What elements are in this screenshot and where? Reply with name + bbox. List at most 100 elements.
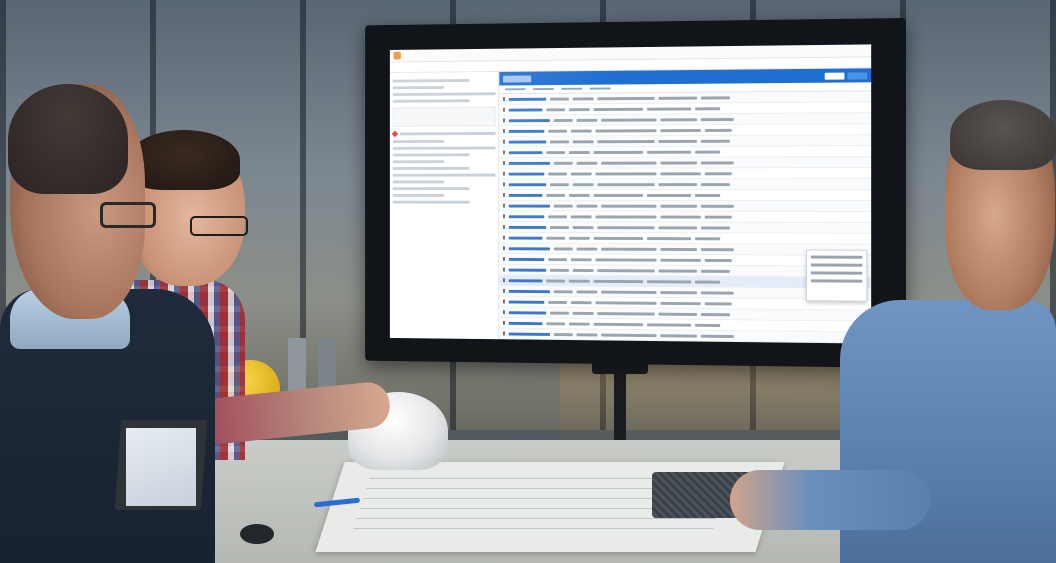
record-cell — [568, 236, 590, 240]
expand-chevron-icon — [503, 182, 505, 187]
record-cell — [508, 150, 543, 154]
record-cell — [572, 96, 594, 100]
computer-mouse — [240, 524, 274, 544]
record-cell — [553, 246, 573, 250]
alert-row — [391, 130, 496, 138]
record-cell — [508, 118, 551, 122]
detail-line — [392, 79, 470, 83]
expand-chevron-icon — [503, 342, 505, 344]
alert-line — [399, 132, 496, 136]
record-cell — [593, 150, 644, 154]
record-cell — [660, 171, 701, 175]
record-cell — [550, 139, 569, 143]
record-cell — [508, 97, 547, 101]
list-header-left — [503, 75, 532, 83]
record-cell — [508, 310, 547, 315]
record-cell — [508, 225, 547, 229]
record-cell — [595, 300, 657, 305]
record-cell — [601, 117, 657, 122]
record-cell — [550, 182, 569, 186]
record-cell — [508, 321, 543, 325]
detail-line — [392, 193, 444, 197]
record-cell — [568, 322, 590, 326]
record-cell — [576, 332, 598, 336]
record-cell — [572, 225, 594, 229]
record-cell — [548, 172, 568, 176]
record-cell — [658, 96, 697, 100]
record-cell — [576, 204, 598, 208]
record-cell — [595, 128, 657, 133]
glasses — [100, 202, 156, 228]
record-cell — [601, 247, 657, 251]
record-cell — [570, 300, 592, 304]
record-cell — [553, 332, 573, 336]
expand-chevron-icon — [503, 320, 505, 325]
record-cell — [570, 172, 592, 175]
record-cell — [546, 321, 566, 325]
record-cell — [597, 182, 655, 186]
list-tab — [561, 87, 583, 90]
record-cell — [595, 214, 657, 219]
expand-chevron-icon — [503, 203, 505, 208]
header-button — [847, 71, 868, 80]
record-cell — [553, 204, 573, 208]
detail-line — [392, 180, 444, 184]
record-cell — [570, 257, 592, 261]
expand-chevron-icon — [503, 161, 505, 165]
record-cell — [568, 107, 590, 111]
expand-chevron-icon — [503, 129, 505, 133]
expand-chevron-icon — [503, 288, 505, 293]
record-cell — [658, 312, 697, 316]
record-cell — [660, 247, 697, 251]
record-cell — [660, 117, 697, 121]
detail-line — [392, 139, 444, 144]
record-cell — [508, 236, 543, 240]
expand-chevron-icon — [503, 331, 505, 336]
record-cell — [570, 129, 592, 133]
record-cell — [646, 106, 692, 111]
record-cell — [658, 225, 697, 229]
expand-chevron-icon — [503, 256, 505, 261]
laptop-screen — [126, 428, 196, 506]
record-cell — [660, 204, 697, 208]
detail-line — [392, 166, 470, 170]
record-cell — [646, 236, 692, 240]
expand-chevron-icon — [503, 139, 505, 144]
app-logo-icon — [393, 51, 401, 60]
record-cell — [550, 97, 569, 101]
detail-line — [392, 92, 496, 97]
record-cell — [570, 214, 592, 218]
expand-chevron-icon — [503, 224, 505, 229]
record-cell — [593, 322, 644, 326]
record-cell — [646, 193, 692, 197]
record-cell — [572, 182, 594, 186]
record-cell — [508, 300, 545, 304]
record-cell — [593, 279, 644, 283]
record-cell — [601, 161, 657, 165]
record-cell — [597, 96, 655, 100]
record-cell — [576, 161, 598, 165]
expand-chevron-icon — [503, 193, 505, 197]
record-cell — [646, 322, 692, 327]
detail-line — [392, 187, 470, 191]
detail-line — [392, 200, 470, 204]
record-cell — [700, 95, 730, 100]
record-cell — [660, 301, 701, 305]
detail-line — [392, 160, 444, 164]
record-cell — [508, 107, 543, 112]
record-cell — [508, 214, 545, 218]
expand-chevron-icon — [503, 310, 505, 315]
record-cell — [597, 311, 655, 316]
list-tab — [533, 87, 554, 91]
record-cell — [508, 278, 543, 282]
record-cell — [601, 333, 657, 337]
record-cell — [553, 289, 573, 293]
record-cell — [508, 193, 543, 197]
record-cell — [576, 247, 598, 251]
record-cell — [660, 258, 701, 262]
person-right — [700, 100, 1056, 563]
record-cell — [593, 193, 644, 197]
record-cell — [508, 161, 551, 165]
record-cell — [546, 107, 566, 111]
record-cell — [508, 129, 545, 133]
